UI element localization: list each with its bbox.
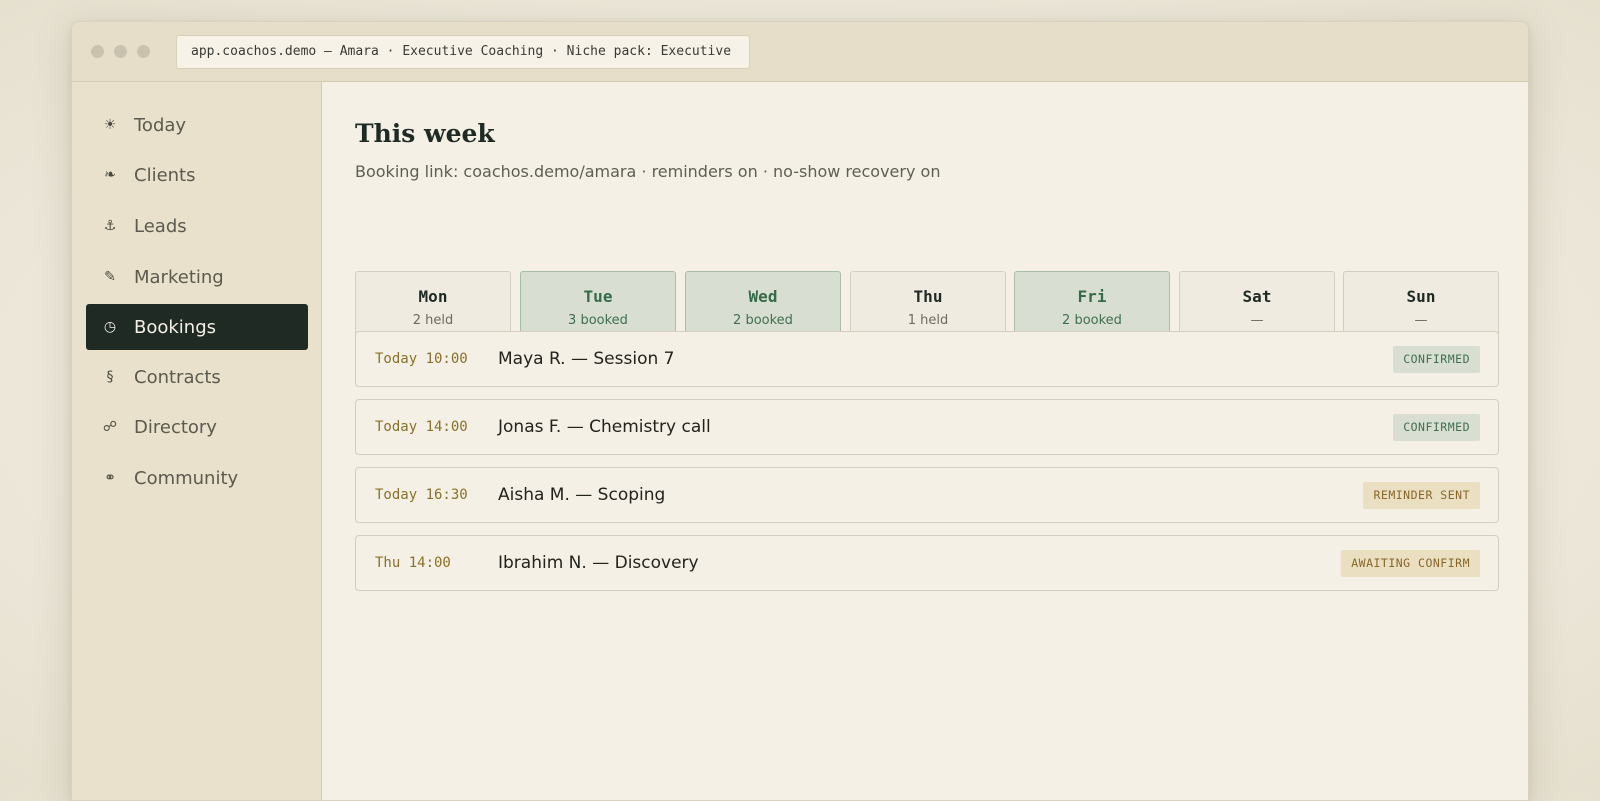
leaf-icon: ❧ xyxy=(104,167,116,183)
day-status: 2 booked xyxy=(1062,313,1122,328)
rings-icon: ⚭ xyxy=(104,470,116,486)
pencil-icon: ✎ xyxy=(104,269,116,285)
sidebar-item-label: Clients xyxy=(134,164,196,186)
day-name: Wed xyxy=(748,287,778,306)
booking-row[interactable]: Today 10:00 Maya R. — Session 7 CONFIRME… xyxy=(355,331,1499,387)
day-status: — xyxy=(1250,313,1264,328)
sidebar-item-label: Bookings xyxy=(134,316,217,338)
minimize-window-dot[interactable] xyxy=(114,45,127,58)
status-badge: AWAITING CONFIRM xyxy=(1341,550,1480,577)
status-badge: REMINDER SENT xyxy=(1363,482,1480,509)
sidebar-item-today[interactable]: ☀ Today xyxy=(86,102,308,148)
booking-time: Thu 14:00 xyxy=(375,555,451,571)
link-icon: ☍ xyxy=(102,419,118,435)
booking-time: Today 14:00 xyxy=(375,419,468,435)
booking-title: Jonas F. — Chemistry call xyxy=(498,417,711,437)
day-status: — xyxy=(1414,313,1428,328)
booking-row[interactable]: Today 14:00 Jonas F. — Chemistry call CO… xyxy=(355,399,1499,455)
day-name: Sat xyxy=(1242,287,1272,306)
sidebar-item-label: Community xyxy=(134,467,239,489)
booking-row[interactable]: Thu 14:00 Ibrahim N. — Discovery AWAITIN… xyxy=(355,535,1499,591)
clock-icon: ◷ xyxy=(103,319,117,335)
sidebar-item-label: Directory xyxy=(134,416,217,438)
booking-row[interactable]: Today 16:30 Aisha M. — Scoping REMINDER … xyxy=(355,467,1499,523)
app-window: app.coachos.demo — Amara · Executive Coa… xyxy=(71,21,1529,801)
sidebar-item-label: Marketing xyxy=(134,266,224,288)
section-icon: § xyxy=(106,369,114,385)
anchor-icon: ⚓ xyxy=(103,218,117,234)
sidebar-item-label: Today xyxy=(134,114,187,136)
day-name: Sun xyxy=(1406,287,1436,306)
sun-icon: ☀ xyxy=(103,117,117,133)
status-badge: CONFIRMED xyxy=(1393,414,1480,441)
day-status: 2 held xyxy=(412,313,454,328)
sidebar-item-label: Leads xyxy=(134,215,187,237)
close-window-dot[interactable] xyxy=(91,45,104,58)
booking-time: Today 10:00 xyxy=(375,351,468,367)
day-name: Fri xyxy=(1077,287,1107,306)
day-status: 1 held xyxy=(907,313,949,328)
main-content: This week Booking link: coachos.demo/ama… xyxy=(322,82,1528,800)
sidebar-item-clients[interactable]: ❧ Clients xyxy=(86,152,308,198)
day-name: Mon xyxy=(418,287,448,306)
day-name: Tue xyxy=(583,287,613,306)
status-badge: CONFIRMED xyxy=(1393,346,1480,373)
booking-title: Ibrahim N. — Discovery xyxy=(498,553,699,573)
sidebar-item-directory[interactable]: ☍ Directory xyxy=(86,404,308,450)
day-status: 2 booked xyxy=(733,313,793,328)
booking-title: Maya R. — Session 7 xyxy=(498,349,675,369)
sidebar-item-community[interactable]: ⚭ Community xyxy=(86,455,308,501)
maximize-window-dot[interactable] xyxy=(137,45,150,58)
booking-title: Aisha M. — Scoping xyxy=(498,485,666,505)
title-bar: app.coachos.demo — Amara · Executive Coa… xyxy=(72,22,1528,82)
booking-link-info: Booking link: coachos.demo/amara · remin… xyxy=(355,162,941,181)
day-name: Thu xyxy=(913,287,943,306)
sidebar: ☀ Today ❧ Clients ⚓ Leads ✎ Marketing ◷ … xyxy=(72,82,322,800)
sidebar-item-leads[interactable]: ⚓ Leads xyxy=(86,203,308,249)
sidebar-item-bookings[interactable]: ◷ Bookings xyxy=(86,304,308,350)
page-title: This week xyxy=(355,119,495,148)
booking-time: Today 16:30 xyxy=(375,487,468,503)
day-status: 3 booked xyxy=(568,313,628,328)
sidebar-item-marketing[interactable]: ✎ Marketing xyxy=(86,254,308,300)
address-bar[interactable]: app.coachos.demo — Amara · Executive Coa… xyxy=(176,35,750,69)
sidebar-item-label: Contracts xyxy=(134,366,221,388)
sidebar-item-contracts[interactable]: § Contracts xyxy=(86,354,308,400)
